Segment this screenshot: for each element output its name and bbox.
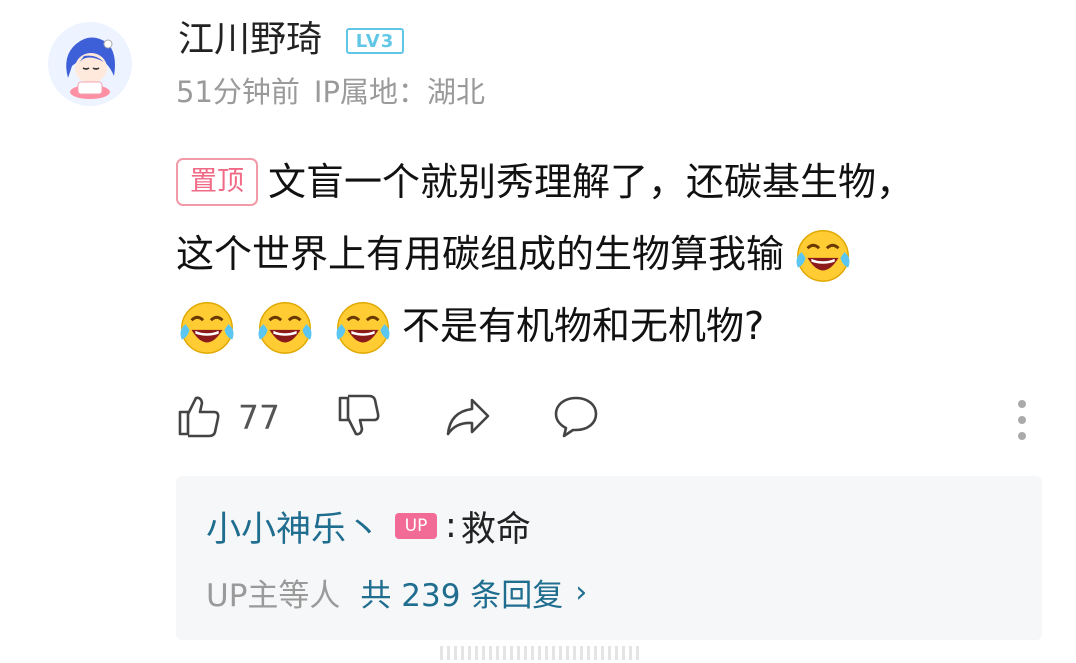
pinned-badge: 置顶 [176,158,258,206]
up-badge: UP [395,513,438,539]
reply-preview[interactable]: 小小神乐丶 UP : 救命 UP主等人 共 239 条回复 › [176,476,1042,640]
reply-item: 小小神乐丶 UP : 救命 [206,504,531,550]
thumbs-up-icon [178,396,220,438]
reply-separator: : [445,506,457,546]
share-icon [446,398,490,436]
reply-participants: UP主等人 [206,577,341,614]
comment-text-2: 这个世界上有用碳组成的生物算我输 [176,232,785,276]
reply-footer[interactable]: UP主等人 共 239 条回复 › [206,570,587,614]
comment-page: 江川野琦 LV3 51分钟前 IP属地：湖北 置顶 文盲一个就别秀理解了，还碳基生… [0,0,1076,663]
reply-username[interactable]: 小小神乐丶 [206,501,381,552]
ip-location: IP属地：湖北 [313,75,485,109]
dislike-button[interactable] [336,392,384,440]
comment-line-1: 置顶 文盲一个就别秀理解了，还碳基生物， [176,146,1036,218]
like-count: 77 [238,398,280,437]
level-badge: LV3 [346,28,404,54]
chat-bubble-icon [554,396,598,438]
comment-time: 51分钟前 [176,75,300,109]
thumbs-down-icon [338,394,380,436]
laughing-crying-emoji-icon [180,302,234,354]
avatar[interactable] [48,22,132,106]
comment-line-2: 这个世界上有用碳组成的生物算我输 [176,218,1036,290]
username[interactable]: 江川野琦 [178,16,322,64]
comment-meta: 51分钟前 IP属地：湖北 [176,72,485,112]
share-button[interactable] [444,392,492,440]
comment-text-3: 不是有机物和无机物? [402,304,765,348]
reply-text: 救命 [460,509,531,550]
action-bar: 77 [176,392,1036,448]
comment-line-3: 不是有机物和无机物? [176,290,1036,362]
reply-count-link[interactable]: 共 239 条回复 [360,570,563,615]
comment-body: 置顶 文盲一个就别秀理解了，还碳基生物， 这个世界上有用碳组成的生物算我输 不是… [176,146,1036,362]
more-options-button[interactable] [1012,398,1032,442]
reply-button[interactable] [552,392,600,440]
chevron-right-icon: › [575,574,588,610]
laughing-crying-emoji-icon [336,302,390,354]
laughing-crying-emoji-icon [796,230,850,282]
like-button[interactable] [176,392,224,440]
laughing-crying-emoji-icon [258,302,312,354]
more-vertical-icon [1018,400,1026,440]
watermark-strip [440,646,640,660]
avatar-image [48,22,132,106]
comment-text-1: 文盲一个就别秀理解了，还碳基生物， [268,160,915,204]
